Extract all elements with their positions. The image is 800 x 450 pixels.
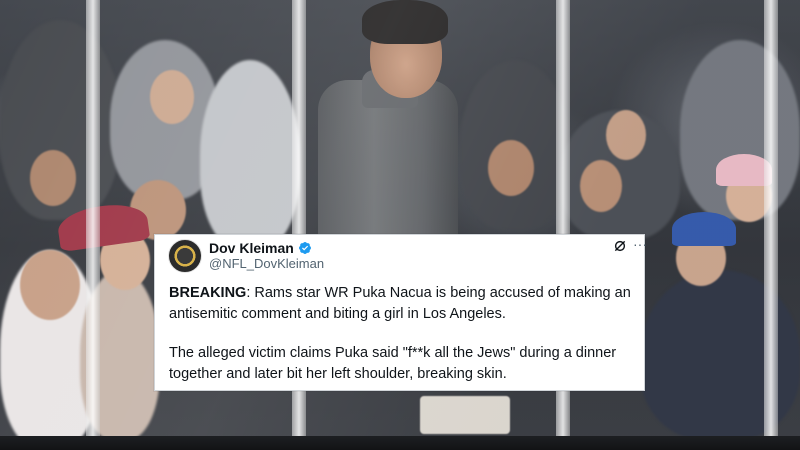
author-row: Dov Kleiman xyxy=(209,239,312,257)
breaking-label: BREAKING xyxy=(169,285,247,301)
grok-icon[interactable] xyxy=(613,239,627,253)
more-options-icon[interactable]: ··· xyxy=(633,237,647,251)
rink-boards xyxy=(0,436,800,450)
tweet-card[interactable]: Dov Kleiman @NFL_DovKleiman ··· BREAKING… xyxy=(154,234,647,391)
author-handle[interactable]: @NFL_DovKleiman xyxy=(209,256,324,271)
tweet-text-paragraph: BREAKING: Rams star WR Puka Nacua is bei… xyxy=(169,283,639,325)
author-display-name[interactable]: Dov Kleiman xyxy=(209,240,294,256)
profile-avatar[interactable] xyxy=(168,239,202,273)
tweet-text-paragraph-2: The alleged victim claims Puka said "f**… xyxy=(169,345,617,382)
verified-badge-icon xyxy=(298,242,311,254)
